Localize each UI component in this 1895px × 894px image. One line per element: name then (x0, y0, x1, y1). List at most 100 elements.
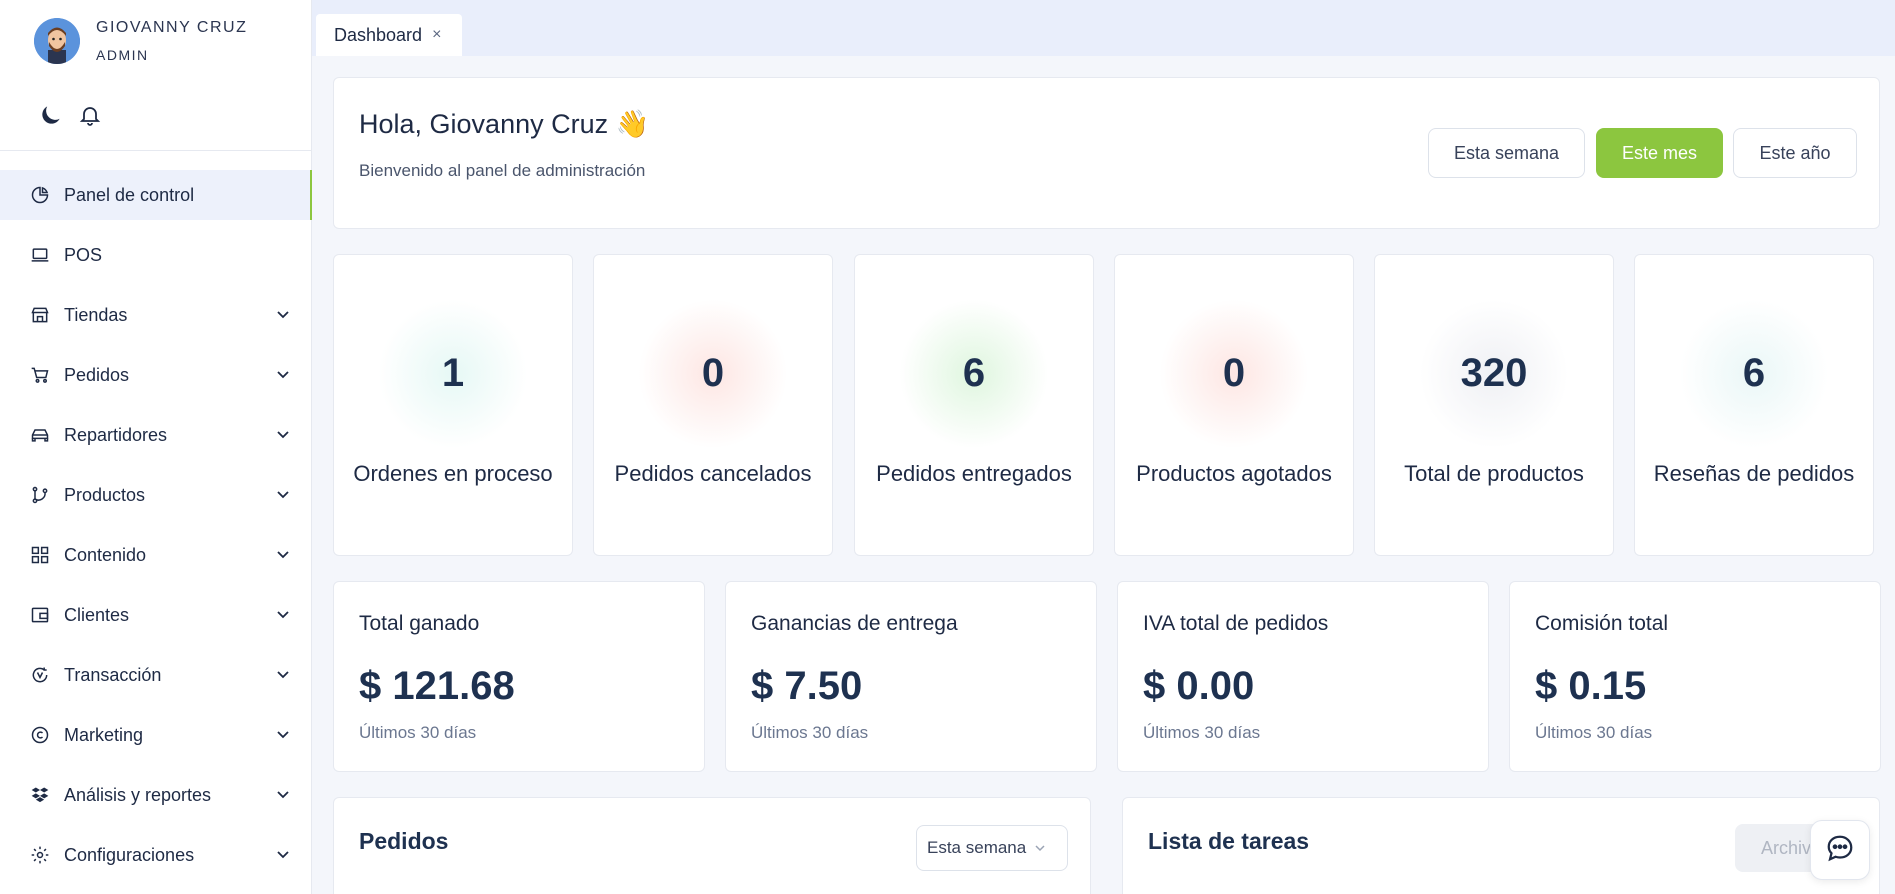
orders-panel: Pedidos Esta semana (333, 797, 1091, 894)
sidebar-item-label: Productos (64, 484, 146, 505)
user-role: ADMIN (96, 47, 149, 63)
earnings-period: Últimos 30 días (1143, 723, 1261, 742)
earnings-title: Ganancias de entrega (751, 612, 958, 635)
moon-icon[interactable] (38, 102, 64, 128)
orders-period-select[interactable]: Esta semana (916, 825, 1068, 871)
stat-label: Productos agotados (1136, 461, 1332, 486)
sidebar-item-analisis-y-reportes[interactable]: Análisis y reportes (0, 770, 312, 820)
sidebar-item-productos[interactable]: Productos (0, 470, 312, 520)
user-name: GIOVANNY CRUZ (96, 19, 248, 36)
earnings-card-ganancias-de-entrega: Ganancias de entrega $ 7.50 Últimos 30 d… (725, 581, 1097, 772)
period-esta-semana-button[interactable]: Esta semana (1428, 128, 1585, 178)
sidebar-item-label: Transacción (64, 664, 162, 685)
sidebar-item-transaccion[interactable]: Transacción (0, 650, 312, 700)
sidebar-item-repartidores[interactable]: Repartidores (0, 410, 312, 460)
chevron-down-icon (276, 547, 290, 566)
bell-icon[interactable] (78, 102, 102, 128)
chevron-down-icon (276, 847, 290, 866)
earnings-title: IVA total de pedidos (1143, 612, 1329, 635)
orders-panel-title: Pedidos (359, 828, 449, 854)
stat-card-resenas-de-pedidos[interactable]: 6 Reseñas de pedidos (1634, 254, 1874, 556)
earnings-period: Últimos 30 días (359, 723, 477, 742)
stat-card-pedidos-entregados[interactable]: 6 Pedidos entregados (854, 254, 1094, 556)
sidebar: GIOVANNY CRUZ ADMIN Panel de control POS (0, 0, 312, 894)
chevron-down-icon (1034, 842, 1046, 854)
earnings-value: $ 0.00 (1143, 664, 1255, 708)
chevron-down-icon (276, 787, 290, 806)
sidebar-item-label: Tiendas (64, 304, 128, 325)
sidebar-item-label: Configuraciones (64, 844, 195, 865)
earnings-period: Últimos 30 días (751, 723, 869, 742)
stat-value: 6 (1742, 351, 1766, 395)
page-subtitle: Bienvenido al panel de administración (359, 161, 646, 180)
earnings-card-total-ganado: Total ganado $ 121.68 Últimos 30 días (333, 581, 705, 772)
chevron-down-icon (276, 307, 290, 326)
sidebar-item-label: Clientes (64, 604, 130, 625)
sidebar-item-pedidos[interactable]: Pedidos (0, 350, 312, 400)
sidebar-item-contenido[interactable]: Contenido (0, 530, 312, 580)
welcome-card: Hola, Giovanny Cruz 👋 Bienvenido al pane… (333, 77, 1880, 229)
sidebar-item-label: POS (64, 244, 103, 265)
sidebar-item-label: Análisis y reportes (64, 784, 212, 805)
refresh-dollar-icon (30, 665, 50, 685)
sidebar-item-tiendas[interactable]: Tiendas (0, 290, 312, 340)
store-icon (30, 305, 50, 325)
tab-dashboard[interactable]: Dashboard × (316, 14, 462, 56)
stat-value: 0 (1222, 351, 1246, 395)
stat-card-pedidos-cancelados[interactable]: 0 Pedidos cancelados (593, 254, 833, 556)
chevron-down-icon (276, 487, 290, 506)
copyright-icon (30, 725, 50, 745)
close-icon[interactable]: × (432, 26, 441, 44)
earnings-card-iva-total: IVA total de pedidos $ 0.00 Últimos 30 d… (1117, 581, 1489, 772)
laptop-icon (30, 245, 50, 265)
stat-label: Reseñas de pedidos (1653, 461, 1855, 486)
sidebar-item-clientes[interactable]: Clientes (0, 590, 312, 640)
sidebar-item-label: Pedidos (64, 364, 130, 385)
car-icon (30, 425, 50, 445)
user-profile[interactable]: GIOVANNY CRUZ ADMIN (34, 18, 247, 64)
sidebar-item-label: Contenido (64, 544, 147, 565)
stat-value: 0 (701, 351, 725, 395)
cart-icon (30, 365, 50, 385)
chat-button[interactable] (1810, 820, 1870, 880)
chevron-down-icon (276, 367, 290, 386)
sidebar-item-panel-de-control[interactable]: Panel de control (0, 170, 312, 220)
stat-value: 320 (1460, 351, 1528, 395)
sidebar-item-label: Panel de control (64, 184, 195, 205)
tab-bar (312, 0, 1895, 56)
chevron-down-icon (276, 607, 290, 626)
gear-icon (30, 845, 50, 865)
pie-chart-icon (30, 185, 50, 205)
stat-value: 1 (441, 351, 465, 395)
earnings-value: $ 0.15 (1535, 664, 1647, 708)
stat-card-productos-agotados[interactable]: 0 Productos agotados (1114, 254, 1354, 556)
period-este-mes-button[interactable]: Este mes (1596, 128, 1723, 178)
sidebar-nav: Panel de control POS Tiendas Pedidos Rep… (0, 170, 312, 890)
earnings-card-comision-total: Comisión total $ 0.15 Últimos 30 días (1509, 581, 1881, 772)
stat-value: 6 (962, 351, 986, 395)
wallet-icon (30, 605, 50, 625)
earnings-period: Últimos 30 días (1535, 723, 1653, 742)
page-title: Hola, Giovanny Cruz 👋 (359, 109, 650, 139)
period-este-ano-button[interactable]: Este año (1733, 128, 1857, 178)
sidebar-item-label: Marketing (64, 724, 144, 745)
dropbox-icon (30, 785, 50, 805)
tasks-panel: Lista de tareas Archivar (1122, 797, 1880, 894)
sidebar-item-configuraciones[interactable]: Configuraciones (0, 830, 312, 880)
sidebar-item-marketing[interactable]: Marketing (0, 710, 312, 760)
stat-card-ordenes-en-proceso[interactable]: 1 Ordenes en proceso (333, 254, 573, 556)
sidebar-divider (0, 150, 312, 151)
stat-label: Total de productos (1404, 461, 1584, 486)
chevron-down-icon (276, 427, 290, 446)
branch-icon (30, 485, 50, 505)
select-value: Esta semana (927, 838, 1027, 857)
stat-card-total-de-productos[interactable]: 320 Total de productos (1374, 254, 1614, 556)
earnings-title: Comisión total (1535, 612, 1669, 635)
stat-label: Pedidos cancelados (614, 461, 812, 486)
chat-bubble-icon (1825, 833, 1855, 868)
tab-label: Dashboard (334, 24, 423, 45)
chevron-down-icon (276, 727, 290, 746)
sidebar-item-pos[interactable]: POS (0, 230, 312, 280)
stat-label: Ordenes en proceso (353, 461, 553, 486)
earnings-title: Total ganado (359, 612, 480, 635)
